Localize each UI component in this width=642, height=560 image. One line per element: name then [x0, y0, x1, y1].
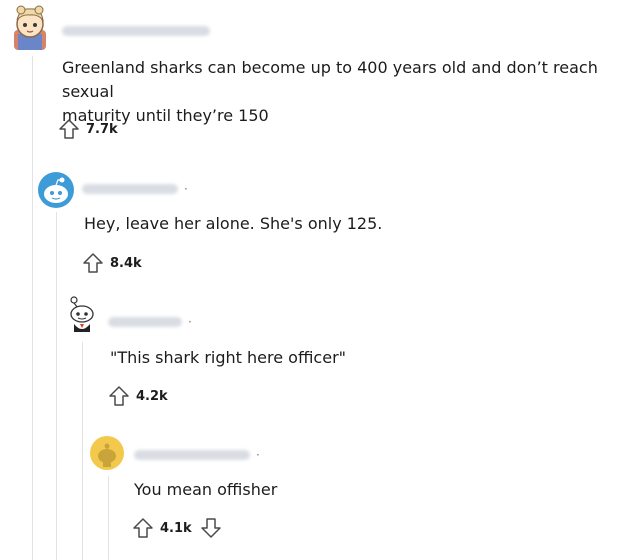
thread-line-4[interactable]: [108, 476, 109, 560]
username-blurred[interactable]: [108, 317, 182, 327]
comment-text: "This shark right here officer": [110, 348, 347, 367]
separator-dot: ·: [188, 315, 192, 329]
vote-bar: 4.2k: [108, 384, 168, 408]
vote-count: 7.7k: [86, 121, 118, 137]
comment-text: You mean offisher: [134, 480, 278, 499]
comment-text: Greenland sharks can become up to 400 ye…: [62, 58, 598, 125]
snoo-mascot-avatar-icon[interactable]: [64, 294, 100, 334]
upvote-arrow-icon[interactable]: [82, 252, 104, 274]
vote-bar: 4.1k: [132, 516, 222, 540]
thread-line-3[interactable]: [82, 342, 83, 560]
upvote-arrow-icon[interactable]: [132, 517, 154, 539]
yellow-snoo-avatar-icon[interactable]: [90, 436, 124, 470]
vote-count: 8.4k: [110, 255, 142, 271]
blue-snoo-avatar-icon[interactable]: [38, 172, 74, 208]
vote-count: 4.1k: [160, 520, 192, 536]
username-blurred[interactable]: [134, 450, 250, 460]
upvote-arrow-icon[interactable]: [108, 385, 130, 407]
thread-line-2[interactable]: [56, 212, 57, 560]
comment-text: Hey, leave her alone. She's only 125.: [84, 214, 383, 233]
cartoon-character-avatar-icon[interactable]: [8, 4, 52, 50]
downvote-arrow-icon[interactable]: [200, 517, 222, 539]
username-blurred[interactable]: [82, 184, 178, 194]
separator-dot: ·: [256, 448, 260, 462]
username-blurred[interactable]: [62, 26, 210, 36]
thread-line-1[interactable]: [32, 56, 33, 560]
upvote-arrow-icon[interactable]: [58, 118, 80, 140]
vote-count: 4.2k: [136, 388, 168, 404]
vote-bar: 7.7k: [58, 117, 118, 141]
vote-bar: 8.4k: [82, 251, 142, 275]
separator-dot: ·: [184, 182, 188, 196]
